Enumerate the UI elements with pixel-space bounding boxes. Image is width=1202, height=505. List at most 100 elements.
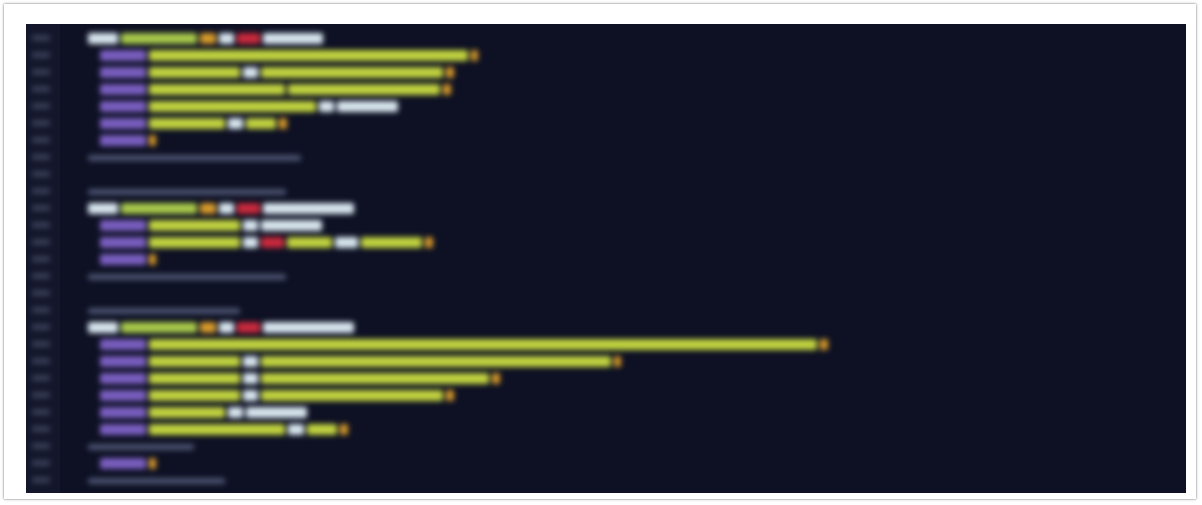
code-token-string [261, 356, 611, 367]
line-number [32, 392, 50, 398]
code-token-keyword [227, 407, 243, 418]
code-line [26, 47, 1186, 64]
code-token-keyword [242, 67, 258, 78]
code-line [26, 438, 1186, 455]
code-token-string [148, 84, 286, 95]
code-line [26, 115, 1186, 132]
code-token-bracket [279, 118, 287, 129]
code-token-keyword [88, 322, 119, 333]
line-number [32, 460, 50, 466]
code-line [26, 81, 1186, 98]
code-token-keyword [218, 322, 234, 333]
code-token-keyword [262, 203, 354, 214]
code-token-bracket [470, 50, 479, 61]
code-line [26, 387, 1186, 404]
code-token-property [100, 458, 146, 469]
code-token-property [100, 135, 146, 146]
code-token-bracket [148, 458, 157, 469]
code-token-property [100, 67, 146, 78]
code-token-property [100, 237, 146, 248]
code-line [26, 404, 1186, 421]
code-token-string [306, 424, 337, 435]
code-token-keyword [88, 203, 119, 214]
line-number [32, 154, 50, 160]
code-token-bracket [820, 339, 828, 350]
line-number [32, 307, 50, 313]
code-token-property [100, 84, 146, 95]
code-token-string [148, 67, 240, 78]
code-token-string [361, 237, 422, 248]
code-line [26, 353, 1186, 370]
code-token-keyword [288, 424, 304, 435]
code-token-comment [88, 478, 225, 484]
code-token-property [100, 220, 146, 231]
code-token-type [236, 322, 260, 333]
code-token-keyword [218, 33, 234, 44]
code-token-string [261, 67, 444, 78]
code-token-type [236, 203, 260, 214]
code-token-string [148, 390, 240, 401]
code-editor[interactable] [26, 24, 1186, 493]
code-token-comment [88, 274, 286, 280]
line-number [32, 171, 50, 177]
code-token-string [148, 407, 225, 418]
code-token-property [100, 339, 146, 350]
line-number [32, 52, 50, 58]
code-line [26, 472, 1186, 489]
line-number [32, 290, 50, 296]
line-number [32, 239, 50, 245]
code-token-keyword [262, 33, 324, 44]
line-number [32, 137, 50, 143]
code-token-keyword [227, 118, 243, 129]
code-token-keyword [242, 220, 258, 231]
code-line [26, 217, 1186, 234]
code-token-keyword [261, 220, 322, 231]
line-number [32, 205, 50, 211]
code-token-string [148, 373, 240, 384]
code-token-bracket [340, 424, 348, 435]
code-token-keyword [242, 390, 258, 401]
code-line [26, 370, 1186, 387]
code-token-type [236, 33, 260, 44]
line-number [32, 358, 50, 364]
code-line [26, 183, 1186, 200]
line-number [32, 103, 50, 109]
code-token-bracket [425, 237, 433, 248]
code-token-property [100, 118, 146, 129]
line-number [32, 69, 50, 75]
code-token-string [286, 237, 333, 248]
code-token-keyword [88, 33, 119, 44]
code-line [26, 200, 1186, 217]
code-token-property [100, 390, 146, 401]
code-token-bracket [148, 254, 157, 265]
code-token-keyword [335, 237, 359, 248]
code-line [26, 149, 1186, 166]
code-line [26, 455, 1186, 472]
screenshot-frame [4, 4, 1196, 499]
code-token-bracket [443, 84, 451, 95]
code-token-string [148, 237, 240, 248]
code-line [26, 30, 1186, 47]
code-lines [26, 24, 1186, 493]
code-line [26, 234, 1186, 251]
line-number [32, 341, 50, 347]
code-token-bracket [492, 373, 500, 384]
line-number [32, 443, 50, 449]
line-number [32, 222, 50, 228]
code-token-keyword [262, 322, 354, 333]
code-token-property [100, 407, 146, 418]
code-token-property [100, 424, 146, 435]
code-token-bracket [200, 33, 216, 44]
code-token-string [148, 339, 818, 350]
code-token-identifier [121, 203, 198, 214]
code-token-keyword [245, 407, 307, 418]
code-token-bracket [200, 203, 216, 214]
code-token-comment [88, 155, 301, 161]
code-token-string [148, 424, 286, 435]
code-token-bracket [446, 67, 454, 78]
line-number [32, 256, 50, 262]
code-token-string [261, 373, 489, 384]
code-token-string [245, 118, 277, 129]
code-token-type [261, 237, 284, 248]
code-token-keyword [242, 356, 258, 367]
